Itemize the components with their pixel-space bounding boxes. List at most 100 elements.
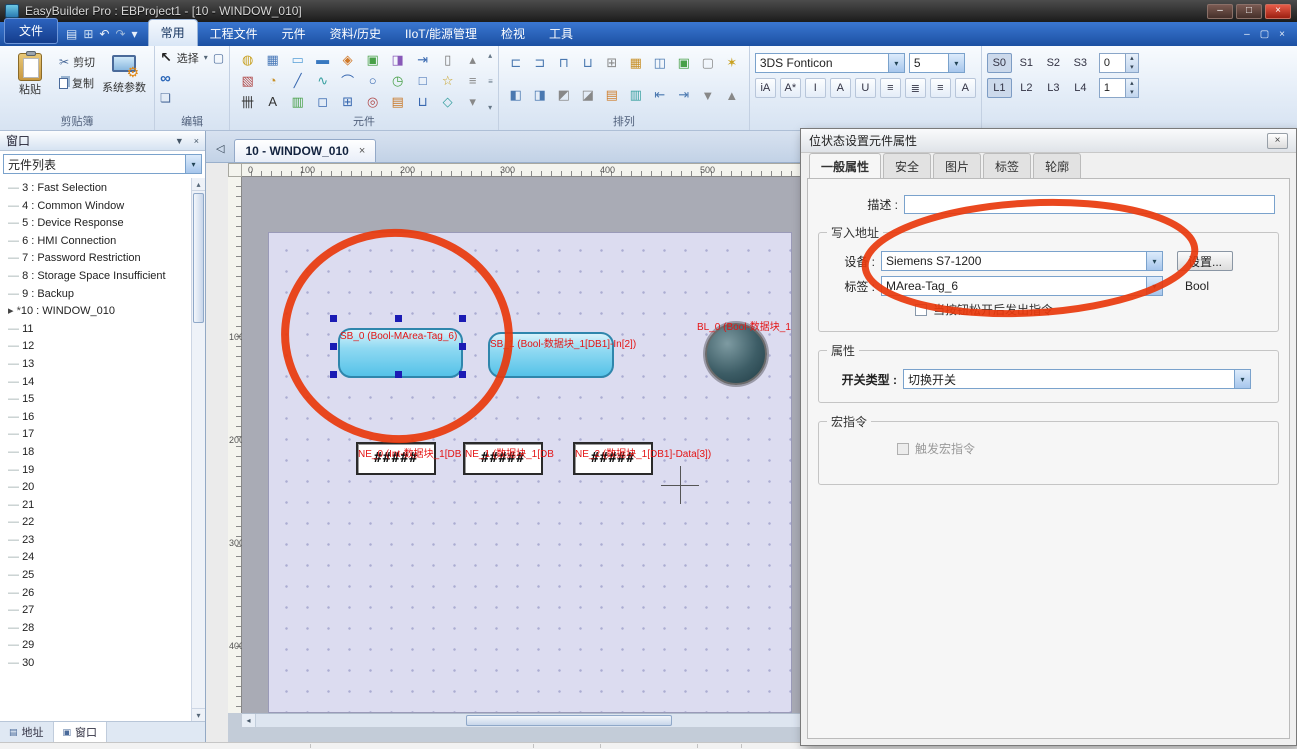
dialog-tab[interactable]: 图片 (933, 153, 981, 179)
object-tool-icon[interactable]: 卌 (235, 91, 260, 112)
align-tool-icon[interactable]: ⊐ (528, 49, 552, 77)
qat-icon[interactable]: ▾ (132, 27, 138, 41)
multi-copy-icon[interactable]: ❏ (160, 91, 171, 105)
distribute-tool-icon[interactable]: ▲ (720, 81, 744, 109)
more-tools-icon[interactable]: ≡ (488, 77, 493, 86)
window-010-document-tab[interactable]: 10 - WINDOW_010 × (234, 139, 376, 162)
language-spinner[interactable]: 1 ▴▾ (1099, 78, 1139, 98)
object-tool-icon[interactable]: ◎ (360, 91, 385, 112)
text-style-button[interactable]: U (855, 78, 876, 98)
dialog-tab[interactable]: 一般属性 (809, 153, 881, 180)
infinite-mode-button[interactable]: ∞ (160, 70, 171, 87)
language-button[interactable]: L3 (1041, 78, 1066, 98)
scroll-down-icon[interactable]: ▾ (192, 708, 205, 721)
tree-scrollbar[interactable]: ▴ ▾ (191, 178, 205, 721)
font-size-combobox[interactable]: 5 ▾ (909, 53, 965, 73)
scroll-left-icon[interactable]: ◂ (242, 714, 256, 727)
text-style-button[interactable]: I (805, 78, 826, 98)
panel-tab[interactable]: ▤地址 (0, 722, 54, 742)
copy-button[interactable]: 复制 (59, 75, 95, 91)
object-list-combobox[interactable]: 元件列表 ▾ (3, 154, 202, 174)
window-tree-item[interactable]: 29 (0, 637, 205, 655)
distribute-tool-icon[interactable]: ◪ (576, 81, 600, 109)
window-tree-item[interactable]: 4 : Common Window (0, 198, 205, 216)
state-spinner[interactable]: 0 ▴▾ (1099, 53, 1139, 73)
state-button[interactable]: S1 (1014, 53, 1039, 73)
window-tree-item[interactable]: 17 (0, 426, 205, 444)
object-tool-icon[interactable]: ◷ (385, 70, 410, 91)
chevron-down-icon[interactable]: ▾ (1146, 277, 1162, 295)
spin-down-icon[interactable]: ▾ (1126, 63, 1138, 72)
maximize-button[interactable]: □ (1236, 4, 1262, 19)
window-panel-header[interactable]: 窗口 ▼ × (0, 131, 205, 151)
ribbon-tab[interactable]: 元件 (270, 21, 318, 46)
text-style-button[interactable]: A* (780, 78, 801, 98)
ribbon-tab[interactable]: 资料/历史 (318, 21, 393, 46)
distribute-tool-icon[interactable]: ⇤ (648, 81, 672, 109)
distribute-tool-icon[interactable]: ⇥ (672, 81, 696, 109)
object-tool-icon[interactable]: ▭ (285, 49, 310, 70)
align-tool-icon[interactable]: ▦ (624, 49, 648, 77)
text-style-button[interactable]: ≡ (930, 78, 951, 98)
spin-up-icon[interactable]: ▴ (1126, 79, 1138, 88)
qat-icon[interactable]: ↶ (99, 27, 109, 41)
mdi-control-icon[interactable]: × (1279, 29, 1285, 40)
window-tree-item[interactable]: 20 (0, 479, 205, 497)
state-spinner-arrows[interactable]: ▴▾ (1125, 54, 1138, 72)
distribute-tool-icon[interactable]: ▼ (696, 81, 720, 109)
scroll-up-icon[interactable]: ▴ (192, 178, 205, 191)
chevron-down-icon[interactable]: ▾ (185, 155, 201, 173)
object-tool-icon[interactable]: ▥ (285, 91, 310, 112)
align-tool-icon[interactable]: ⊔ (576, 49, 600, 77)
state-button[interactable]: S0 (987, 53, 1012, 73)
window-tree-item[interactable]: 23 (0, 532, 205, 550)
release-command-checkbox[interactable] (915, 304, 927, 316)
object-tool-icon[interactable]: ▬ (310, 49, 335, 70)
cut-button[interactable]: ✂剪切 (59, 54, 95, 70)
window-tree-item[interactable]: 28 (0, 620, 205, 638)
object-tool-icon[interactable]: ▧ (235, 70, 260, 91)
object-tool-icon[interactable]: ▣ (360, 49, 385, 70)
dialog-titlebar[interactable]: 位状态设置元件属性 × (801, 129, 1296, 153)
object-tool-icon[interactable]: ╱ (285, 70, 310, 91)
switch-style-combobox[interactable]: 切换开关 ▾ (903, 369, 1251, 389)
object-tool-icon[interactable]: ▦ (260, 49, 285, 70)
chevron-down-icon[interactable]: ▾ (204, 53, 208, 62)
system-parameters-button[interactable]: ⚙ 系统参数 (99, 49, 149, 114)
spin-up-icon[interactable]: ▴ (1126, 54, 1138, 63)
window-tree-item[interactable]: 24 (0, 549, 205, 567)
ribbon-tab[interactable]: 工具 (537, 21, 585, 46)
state-button[interactable]: S2 (1041, 53, 1066, 73)
distribute-tool-icon[interactable]: ▤ (600, 81, 624, 109)
ribbon-tab[interactable]: 工程文件 (198, 21, 270, 46)
align-tool-icon[interactable]: ⊏ (504, 49, 528, 77)
dialog-tab[interactable]: 安全 (883, 153, 931, 179)
align-tool-icon[interactable]: ▣ (672, 49, 696, 77)
tab-nav-back-icon[interactable]: ◁ (216, 142, 224, 155)
window-tree-item[interactable]: 15 (0, 391, 205, 409)
description-input[interactable] (904, 195, 1275, 214)
close-button[interactable]: × (1265, 4, 1291, 19)
window-tree-item[interactable]: 26 (0, 585, 205, 603)
window-tree-item[interactable]: 11 (0, 321, 205, 339)
window-tree-item[interactable]: 7 : Password Restriction (0, 250, 205, 268)
lasso-select-icon[interactable]: ▢ (213, 51, 224, 65)
chevron-down-icon[interactable]: ▾ (1234, 370, 1250, 388)
object-tool-icon[interactable]: ◍ (235, 49, 260, 70)
panel-close-icon[interactable]: × (194, 136, 199, 146)
mdi-control-icon[interactable]: – (1244, 29, 1250, 40)
window-tree-item[interactable]: 13 (0, 356, 205, 374)
ribbon-tab[interactable]: 检视 (489, 21, 537, 46)
object-tool-icon[interactable]: A (260, 91, 285, 112)
object-tool-icon[interactable]: ▯ (435, 49, 460, 70)
object-tool-icon[interactable]: ⊔ (410, 91, 435, 112)
paste-button[interactable]: 粘贴 (5, 49, 55, 114)
device-combobox[interactable]: Siemens S7-1200 ▾ (881, 251, 1163, 271)
window-tree-item[interactable]: 9 : Backup (0, 286, 205, 304)
text-style-button[interactable]: A (955, 78, 976, 98)
trigger-macro-checkbox[interactable] (897, 443, 909, 455)
dialog-close-button[interactable]: × (1267, 133, 1288, 149)
language-button[interactable]: L1 (987, 78, 1012, 98)
spin-down-icon[interactable]: ▾ (1126, 88, 1138, 97)
window-tree-item[interactable]: 12 (0, 338, 205, 356)
